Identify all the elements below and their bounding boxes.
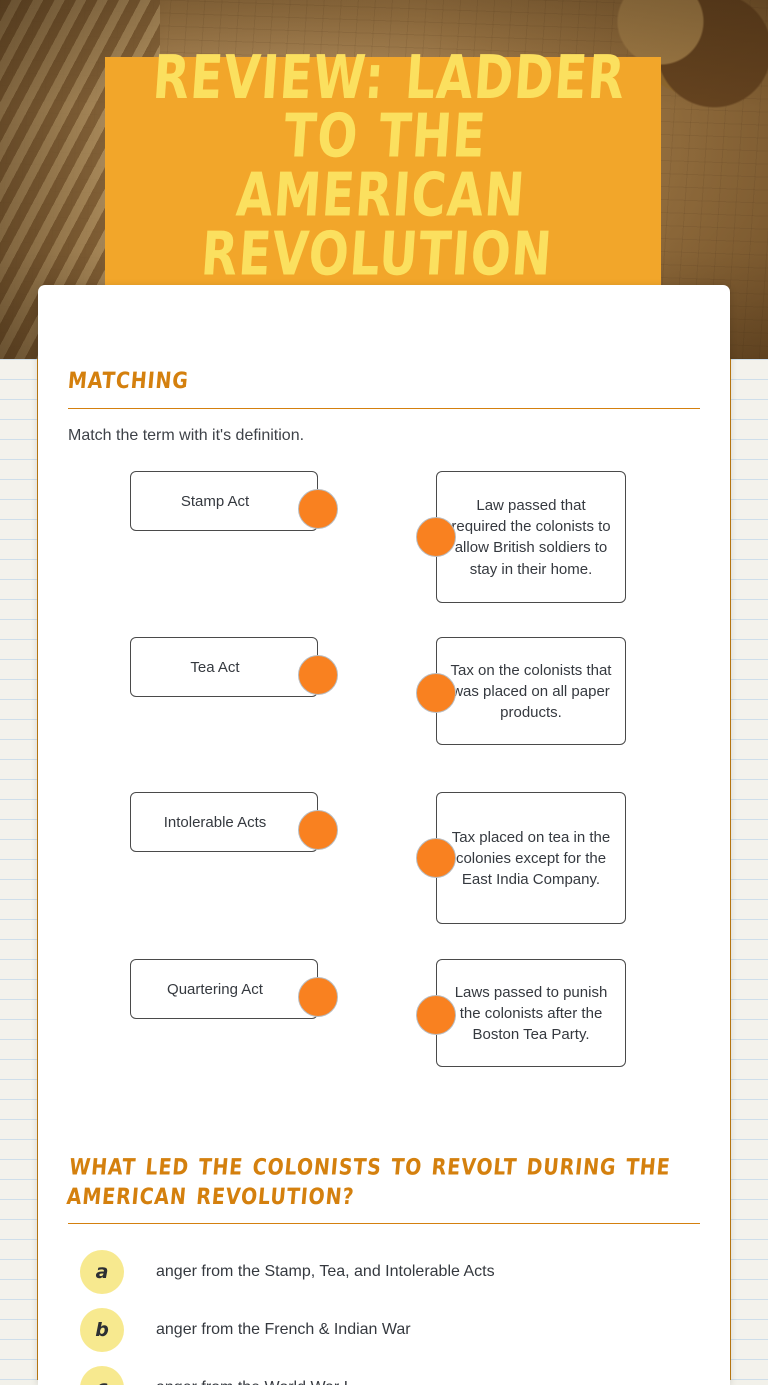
definition-text: Tax on the colonists that was placed on … <box>450 661 612 722</box>
choice-letter-badge[interactable]: c <box>80 1365 124 1385</box>
question-heading-rule <box>68 1222 700 1224</box>
term-connector-dot[interactable] <box>298 977 338 1018</box>
choice-label: anger from the Stamp, Tea, and Intolerab… <box>156 1262 495 1280</box>
definition-cell: Law passed that required the colonists t… <box>416 471 638 604</box>
choice-letter-badge[interactable]: a <box>80 1249 124 1294</box>
term-connector-dot[interactable] <box>298 810 338 851</box>
matching-instruction: Match the term with it's definition. <box>68 427 305 445</box>
definition-cell: Tax placed on tea in the colonies except… <box>416 792 638 925</box>
term-label: Quartering Act <box>167 980 263 998</box>
choice-option[interactable]: c anger from the World War I <box>68 1365 700 1385</box>
question-heading: What led the colonists to revolt during … <box>65 1155 672 1211</box>
choice-list: a anger from the Stamp, Tea, and Intoler… <box>68 1249 700 1385</box>
choice-option[interactable]: a anger from the Stamp, Tea, and Intoler… <box>68 1249 700 1294</box>
term-box[interactable]: Tea Act <box>130 637 318 698</box>
term-cell: Stamp Act <box>68 471 350 532</box>
page-title: Review: Ladder to the American Revolutio… <box>150 42 628 290</box>
term-cell: Quartering Act <box>68 959 350 1020</box>
term-box[interactable]: Quartering Act <box>130 959 318 1020</box>
matching-row: Intolerable Acts Tax placed on tea in th… <box>68 792 700 959</box>
definition-box[interactable]: Law passed that required the colonists t… <box>436 471 626 604</box>
matching-row: Quartering Act Laws passed to punish the… <box>68 959 700 1084</box>
definition-cell: Tax on the colonists that was placed on … <box>416 637 638 746</box>
choice-label: anger from the French & Indian War <box>156 1320 411 1338</box>
choice-option[interactable]: b anger from the French & Indian War <box>68 1307 700 1352</box>
term-cell: Intolerable Acts <box>68 792 350 853</box>
term-label: Stamp Act <box>180 492 250 510</box>
worksheet-title-banner: Review: Ladder to the American Revolutio… <box>105 43 661 290</box>
term-label: Tea Act <box>190 658 240 676</box>
matching-heading-rule <box>68 408 700 410</box>
definition-text: Tax placed on tea in the colonies except… <box>451 828 611 889</box>
question-section: What led the colonists to revolt during … <box>65 1084 700 1385</box>
term-connector-dot[interactable] <box>298 489 338 530</box>
matching-row: Tea Act Tax on the colonists that was pl… <box>68 637 700 792</box>
definition-cell: Laws passed to punish the colonists afte… <box>416 959 638 1068</box>
matching-row: Stamp Act Law passed that required the c… <box>68 471 700 637</box>
definition-text: Law passed that required the colonists t… <box>451 496 611 578</box>
worksheet-card: Matching Match the term with it's defini… <box>38 285 730 1385</box>
term-connector-dot[interactable] <box>298 655 338 696</box>
term-box[interactable]: Stamp Act <box>130 471 318 532</box>
matching-heading: Matching <box>66 367 190 394</box>
term-cell: Tea Act <box>68 637 350 698</box>
matching-section: Matching Match the term with it's defini… <box>66 285 700 1084</box>
term-label: Intolerable Acts <box>163 813 267 831</box>
definition-box[interactable]: Tax placed on tea in the colonies except… <box>436 792 626 925</box>
definition-text: Laws passed to punish the colonists afte… <box>454 983 608 1044</box>
choice-letter-badge[interactable]: b <box>80 1307 124 1352</box>
definition-box[interactable]: Tax on the colonists that was placed on … <box>436 637 626 746</box>
matching-grid: Stamp Act Law passed that required the c… <box>68 471 700 1084</box>
choice-label: anger from the World War I <box>156 1377 348 1385</box>
definition-box[interactable]: Laws passed to punish the colonists afte… <box>436 959 626 1068</box>
term-box[interactable]: Intolerable Acts <box>130 792 318 853</box>
